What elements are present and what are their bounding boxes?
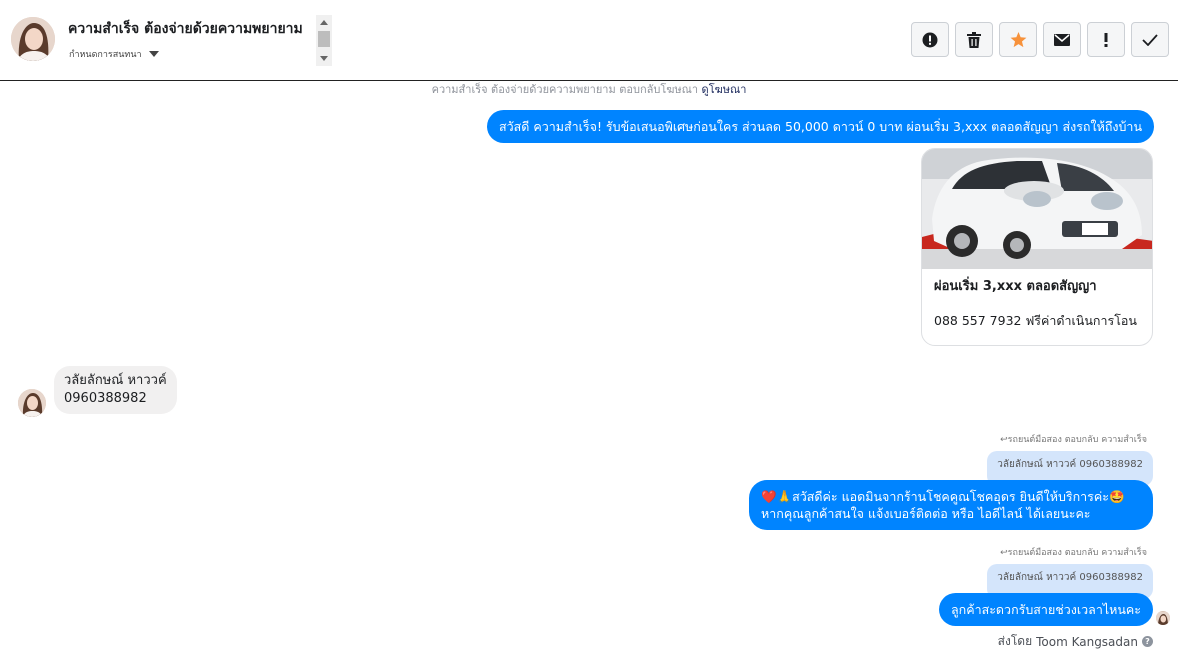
title-scrollbar[interactable] xyxy=(316,15,332,66)
delete-button[interactable] xyxy=(955,22,993,57)
header-actions xyxy=(911,22,1169,57)
ad-product-card[interactable]: ผ่อนเริ่ม 3,xxx ตลอดสัญญา 088 557 7932 ฟ… xyxy=(921,148,1153,346)
conversation-label-dropdown[interactable]: กำหนดการสนทนา xyxy=(69,47,159,61)
check-icon xyxy=(1142,33,1158,46)
label-dropdown-text: กำหนดการสนทนา xyxy=(69,50,142,60)
important-button[interactable] xyxy=(1087,22,1125,57)
sent-by-name[interactable]: Toom Kangsadan xyxy=(1036,635,1138,649)
reply-message-2: ลูกค้าสะดวกรับสายช่วงเวลาไหนคะ xyxy=(938,593,1153,626)
customer-avatar[interactable] xyxy=(18,389,46,417)
star-icon xyxy=(1010,31,1026,47)
customer-message: วลัยลักษณ์ หาววค์ 0960388982 xyxy=(54,366,177,414)
scroll-thumb[interactable] xyxy=(318,31,330,47)
ad-reply-text: ความสำเร็จ ต้องจ่ายด้วยความพยายาม ตอบกลั… xyxy=(431,83,699,96)
customer-phone-text: 0960388982 xyxy=(64,391,147,406)
reply-arrow-icon: ↩ xyxy=(1000,435,1008,445)
card-subtitle: 088 557 7932 ฟรีค่าดำเนินการโอน xyxy=(934,313,1137,328)
conversation-header: ความสำเร็จ ต้องจ่ายด้วยความพยายาม กำหนดก… xyxy=(0,0,1178,81)
scroll-up-icon[interactable] xyxy=(320,20,328,25)
reply-context-2: ↩รถยนต์มือสอง ตอบกลับ ความสำเร็จ xyxy=(1000,545,1147,559)
done-button[interactable] xyxy=(1131,22,1169,57)
sent-by-info: ส่งโดย Toom Kangsadan ? xyxy=(998,632,1153,651)
reply-context-2-text: รถยนต์มือสอง ตอบกลับ ความสำเร็จ xyxy=(1007,548,1147,558)
greeting-message: สวัสดี ความสำเร็จ! รับข้อเสนอพิเศษก่อนใค… xyxy=(486,110,1154,143)
conversation-title: ความสำเร็จ ต้องจ่ายด้วยความพยายาม xyxy=(68,21,303,37)
page-avatar[interactable] xyxy=(11,17,55,61)
envelope-icon xyxy=(1054,33,1070,46)
seen-avatar xyxy=(1156,611,1170,625)
reply-context-1: ↩รถยนต์มือสอง ตอบกลับ ความสำเร็จ xyxy=(1000,432,1147,446)
mark-unread-button[interactable] xyxy=(1043,22,1081,57)
exclamation-icon xyxy=(1104,32,1108,47)
alert-circle-icon xyxy=(922,32,938,47)
car-image xyxy=(922,149,1152,269)
reply-1-line-2: หากคุณลูกค้าสนใจ แจ้งเบอร์ติดต่อ หรือ ไอ… xyxy=(761,506,1091,521)
trash-icon xyxy=(967,31,981,48)
help-icon[interactable]: ? xyxy=(1142,636,1153,647)
ad-reply-note: ความสำเร็จ ต้องจ่ายด้วยความพยายาม ตอบกลั… xyxy=(0,80,1178,98)
card-title: ผ่อนเริ่ม 3,xxx ตลอดสัญญา xyxy=(934,279,1097,294)
view-ad-link[interactable]: ดูโฆษณา xyxy=(702,83,747,96)
sent-by-prefix: ส่งโดย xyxy=(997,634,1033,648)
reply-context-1-text: รถยนต์มือสอง ตอบกลับ ความสำเร็จ xyxy=(1007,435,1147,445)
customer-name-text: วลัยลักษณ์ หาววค์ xyxy=(64,373,167,388)
reply-1-line-1: ❤️🙏สวัสดีค่ะ แอดมินจากร้านโชคคูณโชคอุดร … xyxy=(761,489,1125,504)
caret-down-icon xyxy=(148,51,159,57)
reply-arrow-icon: ↩ xyxy=(1000,548,1008,558)
scroll-down-icon[interactable] xyxy=(320,56,328,61)
reply-message-1: ❤️🙏สวัสดีค่ะ แอดมินจากร้านโชคคูณโชคอุดร … xyxy=(749,480,1153,530)
star-button[interactable] xyxy=(999,22,1037,57)
mark-spam-button[interactable] xyxy=(911,22,949,57)
